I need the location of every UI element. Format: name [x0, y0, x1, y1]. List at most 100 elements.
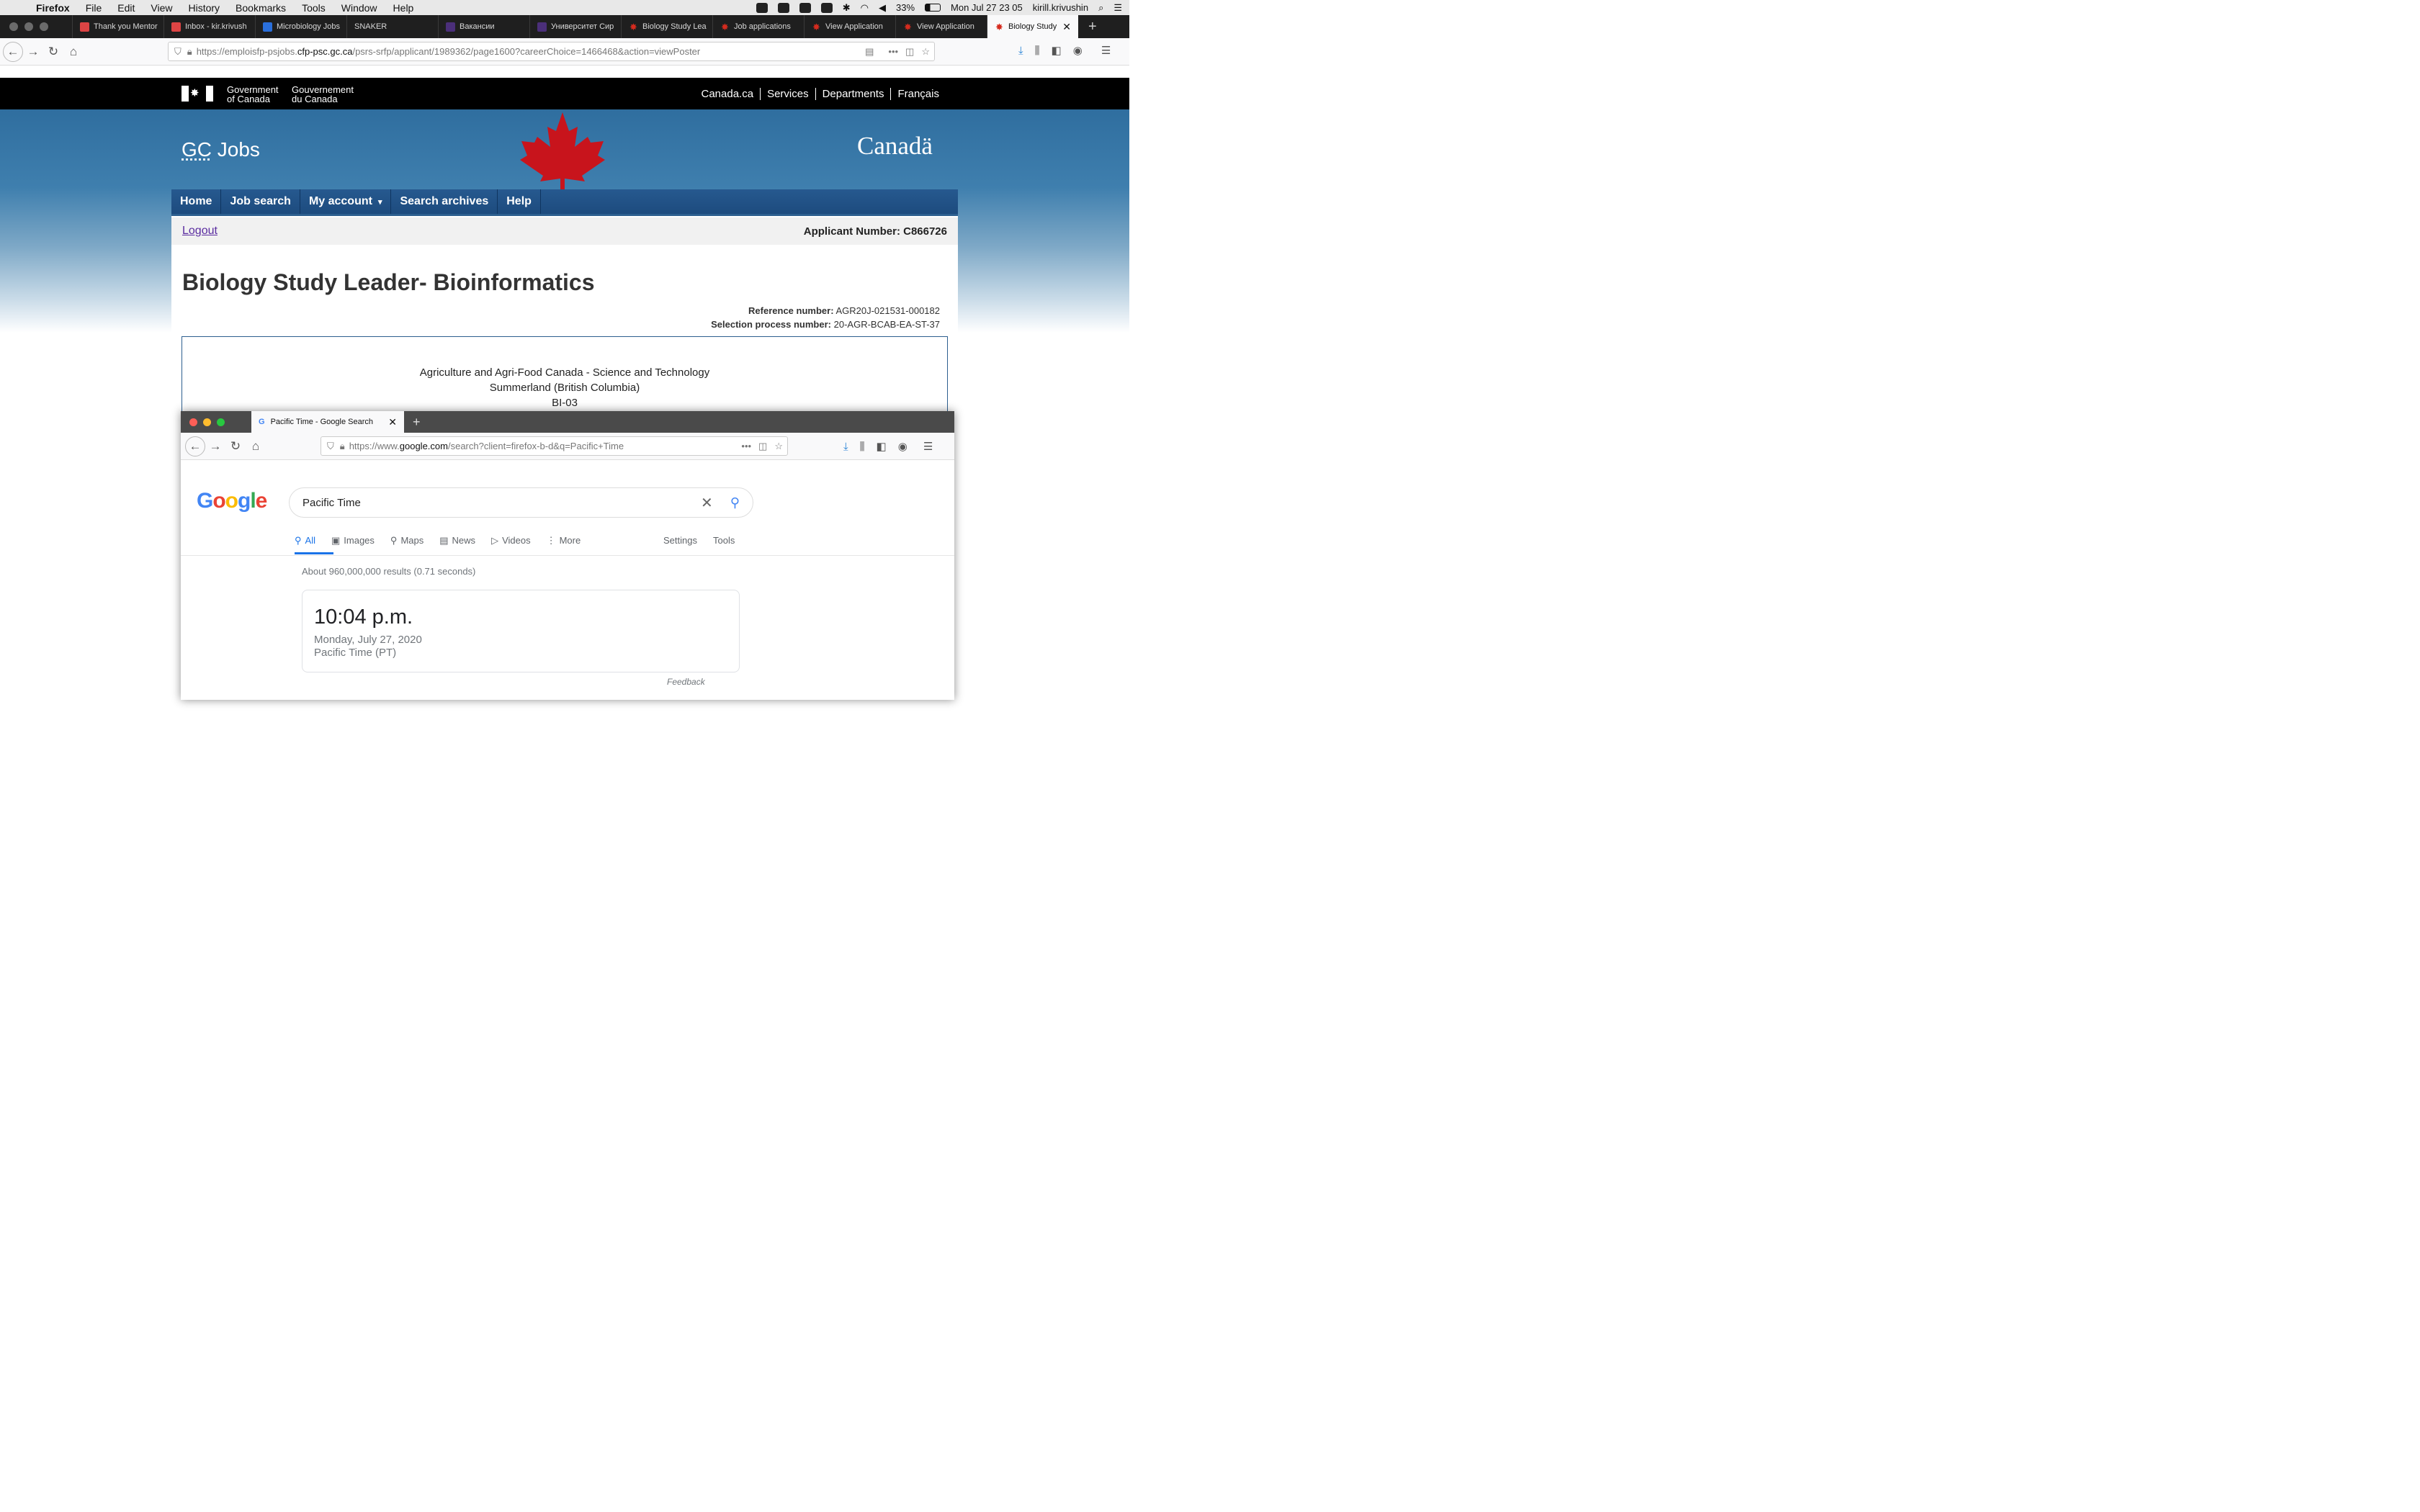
canada-ca-link[interactable]: Canada.ca — [695, 88, 761, 100]
menu-history[interactable]: History — [188, 2, 220, 14]
menu-file[interactable]: File — [86, 2, 102, 14]
clock[interactable]: Mon Jul 27 23 05 — [951, 2, 1023, 13]
departments-link[interactable]: Departments — [815, 87, 891, 100]
google-logo[interactable]: Google — [197, 489, 267, 513]
minimize-window-button[interactable] — [203, 418, 211, 426]
reload-button[interactable]: ↻ — [225, 436, 246, 456]
downloads-icon[interactable]: ⤓ — [1018, 45, 1023, 57]
status-app-icon[interactable] — [777, 2, 789, 13]
menu-job-search[interactable]: Job search — [221, 189, 300, 214]
clear-search-icon[interactable]: ✕ — [701, 494, 713, 512]
spotlight-search-icon[interactable]: ⌕ — [1098, 2, 1103, 14]
close-window-button[interactable] — [9, 22, 18, 31]
battery-icon[interactable] — [925, 4, 941, 12]
user-name[interactable]: kirill.krivushin — [1033, 2, 1088, 13]
status-app-icon[interactable] — [820, 2, 833, 13]
forward-button[interactable]: → — [23, 42, 43, 62]
account-icon[interactable]: ◉ — [1073, 44, 1083, 57]
tab-images[interactable]: ▣ Images — [331, 535, 375, 546]
browser-tab-active[interactable]: G Pacific Time - Google Search ✕ — [251, 411, 404, 433]
bluetooth-icon[interactable]: ✱ — [843, 2, 851, 14]
url-bar[interactable]: ⛉ 🔒︎ https://www. google.com/search?clien… — [321, 436, 788, 456]
menu-search-archives[interactable]: Search archives — [391, 189, 498, 214]
settings-link[interactable]: Settings — [663, 535, 697, 546]
menu-window[interactable]: Window — [341, 2, 377, 14]
tab-news[interactable]: ▤ News — [439, 535, 475, 546]
search-icon[interactable]: ⚲ — [730, 495, 740, 510]
page-actions-icon[interactable]: ••• — [741, 441, 751, 451]
bookmark-star-icon[interactable]: ☆ — [921, 46, 930, 58]
tab-all[interactable]: ⚲ All — [295, 535, 315, 546]
volume-icon[interactable]: ◀ — [879, 2, 886, 14]
reload-button[interactable]: ↻ — [43, 42, 63, 62]
sidebar-icon[interactable]: ◧ — [1052, 44, 1062, 57]
shield-icon[interactable]: ⛉ — [174, 46, 182, 58]
page-actions-icon[interactable]: ••• — [888, 46, 898, 57]
canada-flag-icon[interactable]: ✸ — [182, 86, 213, 102]
status-app-icon[interactable] — [799, 2, 811, 13]
browser-tab-active[interactable]: ✸ Biology Study ✕ — [987, 15, 1078, 38]
services-link[interactable]: Services — [760, 87, 815, 100]
hamburger-menu-icon[interactable]: ☰ — [923, 440, 933, 453]
menu-view[interactable]: View — [151, 2, 172, 14]
browser-tab[interactable]: ✸ Biology Study Lea — [621, 15, 712, 38]
bookmark-star-icon[interactable]: ☆ — [774, 441, 783, 452]
downloads-icon[interactable]: ⤓ — [843, 441, 848, 453]
tab-videos[interactable]: ▷ Videos — [491, 535, 531, 546]
url-bar[interactable]: ⛉ 🔒︎ https://emploisfp-psjobs. cfp-psc.gc… — [168, 42, 935, 61]
browser-tab[interactable]: Университет Сир — [529, 15, 621, 38]
tab-more[interactable]: ⋮ More — [547, 535, 581, 546]
status-app-icon[interactable] — [756, 2, 768, 13]
tab-maps[interactable]: ⚲ Maps — [390, 535, 424, 546]
menu-help[interactable]: Help — [498, 189, 541, 214]
browser-tab[interactable]: Inbox - kir.krivush — [163, 15, 255, 38]
gov-fr-name[interactable]: Gouvernement du Canada — [292, 85, 354, 104]
site-title[interactable]: GC Jobs — [182, 138, 260, 161]
browser-tab[interactable]: Microbiology Jobs — [255, 15, 346, 38]
menu-app-name[interactable]: Firefox — [36, 2, 70, 14]
menu-tools[interactable]: Tools — [302, 2, 326, 14]
close-tab-icon[interactable]: ✕ — [388, 416, 397, 428]
notification-center-icon[interactable]: ☰ — [1113, 2, 1122, 14]
menu-edit[interactable]: Edit — [117, 2, 135, 14]
browser-tab[interactable]: ✸ View Application — [804, 15, 895, 38]
battery-percent[interactable]: 33% — [896, 2, 915, 13]
back-button[interactable]: ← — [185, 436, 205, 456]
hamburger-menu-icon[interactable]: ☰ — [1101, 44, 1111, 57]
close-tab-icon[interactable]: ✕ — [1062, 21, 1071, 33]
menu-home[interactable]: Home — [171, 189, 222, 214]
search-input[interactable]: Pacific Time ✕ ⚲ — [289, 487, 753, 518]
browser-tab[interactable]: SNAKER — [346, 15, 438, 38]
sidebar-icon[interactable]: ◧ — [877, 440, 887, 453]
gov-en-name[interactable]: Government of Canada — [227, 85, 279, 104]
zoom-window-button[interactable] — [217, 418, 225, 426]
forward-button[interactable]: → — [205, 436, 225, 456]
menu-my-account[interactable]: My account ▾ — [300, 189, 392, 214]
browser-tab[interactable]: ✸ Job applications — [712, 15, 804, 38]
wifi-icon[interactable]: ◠ — [861, 2, 869, 14]
new-tab-button[interactable]: + — [404, 415, 429, 430]
library-icon[interactable]: ⫼ — [1035, 45, 1040, 57]
logout-link[interactable]: Logout — [182, 225, 218, 238]
account-icon[interactable]: ◉ — [898, 440, 908, 453]
menu-bookmarks[interactable]: Bookmarks — [236, 2, 286, 14]
browser-tab[interactable]: Вакансии — [438, 15, 529, 38]
browser-tab[interactable]: ✸ View Application — [895, 15, 987, 38]
zoom-window-button[interactable] — [40, 22, 48, 31]
home-button[interactable]: ⌂ — [246, 436, 266, 456]
francais-link[interactable]: Français — [890, 87, 946, 100]
reader-view-icon[interactable]: ▤ — [865, 46, 874, 58]
shield-icon[interactable]: ⛉ — [327, 441, 334, 452]
lock-icon[interactable]: 🔒︎ — [340, 441, 345, 452]
tools-link[interactable]: Tools — [713, 535, 735, 546]
pocket-icon[interactable]: ◫ — [905, 46, 914, 58]
new-tab-button[interactable]: + — [1078, 19, 1107, 35]
home-button[interactable]: ⌂ — [63, 42, 84, 62]
close-window-button[interactable] — [189, 418, 197, 426]
menu-help[interactable]: Help — [393, 2, 414, 14]
lock-icon[interactable]: 🔒︎ — [187, 46, 192, 58]
library-icon[interactable]: ⫼ — [860, 441, 865, 453]
browser-tab[interactable]: Thank you Mentor — [72, 15, 163, 38]
back-button[interactable]: ← — [3, 41, 23, 62]
pocket-icon[interactable]: ◫ — [758, 441, 767, 452]
